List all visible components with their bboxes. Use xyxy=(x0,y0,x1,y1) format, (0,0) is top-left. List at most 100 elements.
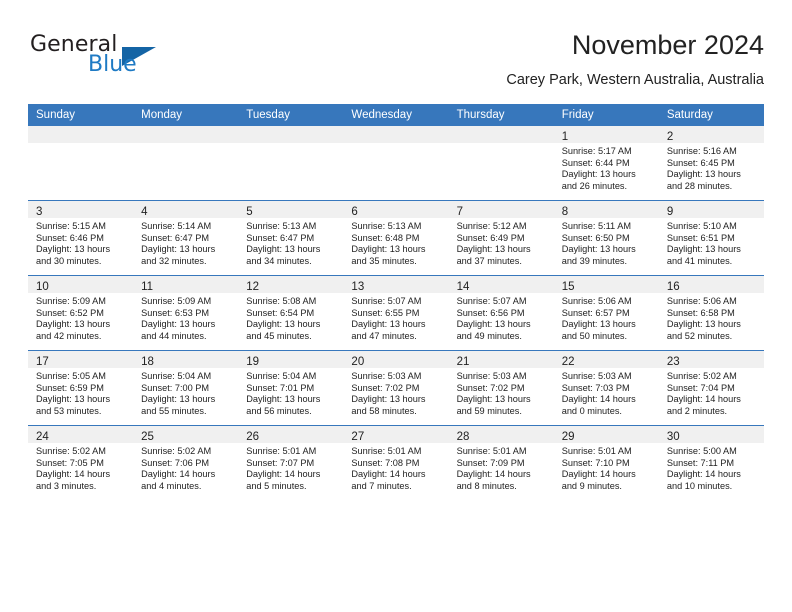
daylight-text-line1: Daylight: 13 hours xyxy=(561,169,636,180)
day-cell-body: Sunrise: 5:12 AM Sunset: 6:49 PM Daylight:… xyxy=(449,218,554,267)
calendar-day-cell[interactable]: 7 Sunrise: 5:12 AM Sunset: 6:49 PM Daylight… xyxy=(448,200,554,276)
day-number-band: 28 xyxy=(448,426,554,443)
day-number: 15 xyxy=(561,281,575,293)
calendar-day-cell[interactable]: 20 Sunrise: 5:03 AM Sunset: 7:02 PM Dayligh… xyxy=(343,350,449,426)
calendar-day-cell[interactable]: 19 Sunrise: 5:04 AM Sunset: 7:01 PM Dayligh… xyxy=(238,350,344,426)
day-cell-inner: 25 Sunrise: 5:02 AM Sunset: 7:06 PM Dayligh… xyxy=(133,426,239,500)
calendar-day-cell[interactable]: 30 Sunrise: 5:00 AM Sunset: 7:11 PM Dayligh… xyxy=(658,425,764,500)
calendar-day-cell[interactable]: 27 Sunrise: 5:01 AM Sunset: 7:08 PM Dayligh… xyxy=(343,425,449,500)
calendar-day-cell[interactable]: 13 Sunrise: 5:07 AM Sunset: 6:55 PM Dayligh… xyxy=(343,275,449,351)
day-cell-body: Sunrise: 5:03 AM Sunset: 7:02 PM Daylight:… xyxy=(449,368,554,417)
sunset-text: Sunset: 7:08 PM xyxy=(351,457,420,468)
day-number: 23 xyxy=(666,356,680,368)
sunrise-text: Sunrise: 5:13 AM xyxy=(246,221,317,231)
day-cell-inner: 21 Sunrise: 5:03 AM Sunset: 7:02 PM Dayligh… xyxy=(448,351,554,425)
day-number: 22 xyxy=(561,356,575,368)
page-title: November 2024 xyxy=(571,30,764,60)
daylight-text-line1: Daylight: 13 hours xyxy=(456,319,531,330)
day-number-band: 7 xyxy=(448,201,554,218)
daylight-text-line2: and 2 minutes. xyxy=(666,405,728,416)
daylight-text-line1: Daylight: 13 hours xyxy=(246,394,321,405)
calendar-day-cell[interactable]: 21 Sunrise: 5:03 AM Sunset: 7:02 PM Dayligh… xyxy=(448,350,554,426)
calendar-day-cell[interactable]: 23 Sunrise: 5:02 AM Sunset: 7:04 PM Dayligh… xyxy=(658,350,764,426)
daylight-text-line1: Daylight: 14 hours xyxy=(351,469,426,480)
calendar-day-cell[interactable]: 1 Sunrise: 5:17 AM Sunset: 6:44 PM Daylight… xyxy=(553,126,659,201)
daylight-text-line2: and 49 minutes. xyxy=(456,330,522,341)
daylight-text-line2: and 0 minutes. xyxy=(561,405,622,416)
day-number-band: 12 xyxy=(238,276,344,293)
calendar-day-cell[interactable]: 8 Sunrise: 5:11 AM Sunset: 6:50 PM Daylight… xyxy=(553,200,659,276)
day-cell-inner: 3 Sunrise: 5:15 AM Sunset: 6:46 PM Daylight… xyxy=(28,201,134,275)
calendar-day-cell[interactable]: 26 Sunrise: 5:01 AM Sunset: 7:07 PM Dayligh… xyxy=(238,425,344,500)
calendar-day-cell[interactable]: 24 Sunrise: 5:02 AM Sunset: 7:05 PM Dayligh… xyxy=(28,425,134,500)
sunset-text: Sunset: 6:44 PM xyxy=(561,157,630,168)
sunrise-text: Sunrise: 5:12 AM xyxy=(456,221,527,231)
sunrise-text: Sunrise: 5:07 AM xyxy=(456,296,527,306)
sunset-text: Sunset: 6:47 PM xyxy=(141,232,210,243)
sunrise-text: Sunrise: 5:02 AM xyxy=(141,446,212,456)
calendar-day-cell[interactable]: 5 Sunrise: 5:13 AM Sunset: 6:47 PM Daylight… xyxy=(238,200,344,276)
day-number-band: 9 xyxy=(658,201,764,218)
daylight-text-line2: and 53 minutes. xyxy=(36,405,102,416)
calendar-day-cell[interactable]: 17 Sunrise: 5:05 AM Sunset: 6:59 PM Dayligh… xyxy=(28,350,134,426)
day-number-band xyxy=(448,126,554,143)
daylight-text-line2: and 59 minutes. xyxy=(456,405,522,416)
sunset-text: Sunset: 6:47 PM xyxy=(246,232,315,243)
calendar-day-cell[interactable]: 6 Sunrise: 5:13 AM Sunset: 6:48 PM Daylight… xyxy=(343,200,449,276)
sunrise-text: Sunrise: 5:01 AM xyxy=(351,446,422,456)
calendar-day-cell[interactable]: 25 Sunrise: 5:02 AM Sunset: 7:06 PM Dayligh… xyxy=(133,425,239,500)
day-number-band: 26 xyxy=(238,426,344,443)
calendar-day-cell[interactable]: 22 Sunrise: 5:03 AM Sunset: 7:03 PM Dayligh… xyxy=(553,350,659,426)
calendar-day-cell[interactable]: 11 Sunrise: 5:09 AM Sunset: 6:53 PM Dayligh… xyxy=(133,275,239,351)
day-cell-body: Sunrise: 5:02 AM Sunset: 7:04 PM Daylight:… xyxy=(659,368,764,417)
calendar-day-cell[interactable]: 28 Sunrise: 5:01 AM Sunset: 7:09 PM Dayligh… xyxy=(448,425,554,500)
day-number-band: 14 xyxy=(448,276,554,293)
sunset-text: Sunset: 7:04 PM xyxy=(666,382,735,393)
sunrise-text: Sunrise: 5:02 AM xyxy=(666,371,737,381)
calendar-day-cell[interactable]: 2 Sunrise: 5:16 AM Sunset: 6:45 PM Daylight… xyxy=(658,126,764,201)
day-number: 3 xyxy=(36,206,43,218)
sunset-text: Sunset: 6:54 PM xyxy=(246,307,315,318)
day-cell-body: Sunrise: 5:07 AM Sunset: 6:55 PM Daylight:… xyxy=(343,293,448,342)
sunrise-text: Sunrise: 5:00 AM xyxy=(666,446,737,456)
day-cell-body: Sunrise: 5:09 AM Sunset: 6:53 PM Daylight:… xyxy=(133,293,238,342)
calendar-day-cell[interactable]: 4 Sunrise: 5:14 AM Sunset: 6:47 PM Daylight… xyxy=(133,200,239,276)
calendar-day-cell[interactable]: 15 Sunrise: 5:06 AM Sunset: 6:57 PM Dayligh… xyxy=(553,275,659,351)
day-number-band: 11 xyxy=(133,276,239,293)
day-number: 30 xyxy=(666,431,680,443)
daylight-text-line2: and 55 minutes. xyxy=(141,405,207,416)
calendar-day-cell[interactable]: 10 Sunrise: 5:09 AM Sunset: 6:52 PM Dayligh… xyxy=(28,275,134,351)
calendar-day-cell[interactable]: 14 Sunrise: 5:07 AM Sunset: 6:56 PM Dayligh… xyxy=(448,275,554,351)
day-cell-inner: 10 Sunrise: 5:09 AM Sunset: 6:52 PM Dayligh… xyxy=(28,276,134,350)
calendar-day-cell[interactable]: 12 Sunrise: 5:08 AM Sunset: 6:54 PM Dayligh… xyxy=(238,275,344,351)
day-number-band: 10 xyxy=(28,276,134,293)
sunset-text: Sunset: 6:53 PM xyxy=(141,307,210,318)
day-number: 20 xyxy=(351,356,365,368)
day-number-band: 13 xyxy=(343,276,449,293)
calendar-week-row: 3 Sunrise: 5:15 AM Sunset: 6:46 PM Daylight… xyxy=(28,200,764,276)
daylight-text-line2: and 34 minutes. xyxy=(246,255,312,266)
calendar-day-cell[interactable]: 9 Sunrise: 5:10 AM Sunset: 6:51 PM Daylight… xyxy=(658,200,764,276)
day-cell-inner: 13 Sunrise: 5:07 AM Sunset: 6:55 PM Dayligh… xyxy=(343,276,449,350)
calendar-day-cell[interactable]: 16 Sunrise: 5:06 AM Sunset: 6:58 PM Dayligh… xyxy=(658,275,764,351)
calendar-day-cell-empty xyxy=(28,126,134,201)
day-cell-inner: 16 Sunrise: 5:06 AM Sunset: 6:58 PM Dayligh… xyxy=(658,276,764,350)
daylight-text-line2: and 7 minutes. xyxy=(351,480,412,491)
daylight-text-line2: and 44 minutes. xyxy=(141,330,207,341)
daylight-text-line1: Daylight: 13 hours xyxy=(456,394,531,405)
calendar-day-cell-empty xyxy=(448,126,554,201)
day-cell-inner: 2 Sunrise: 5:16 AM Sunset: 6:45 PM Daylight… xyxy=(658,126,764,200)
day-number-band: 6 xyxy=(343,201,449,218)
day-cell-body: Sunrise: 5:04 AM Sunset: 7:01 PM Daylight:… xyxy=(238,368,343,417)
day-cell-inner xyxy=(238,126,344,200)
logo-general-blue[interactable]: General Blue xyxy=(28,32,268,88)
day-cell-body: Sunrise: 5:14 AM Sunset: 6:47 PM Daylight:… xyxy=(133,218,238,267)
calendar-day-cell[interactable]: 18 Sunrise: 5:04 AM Sunset: 7:00 PM Dayligh… xyxy=(133,350,239,426)
calendar-day-cell[interactable]: 3 Sunrise: 5:15 AM Sunset: 6:46 PM Daylight… xyxy=(28,200,134,276)
day-cell-body: Sunrise: 5:01 AM Sunset: 7:07 PM Daylight:… xyxy=(238,443,343,492)
day-number: 1 xyxy=(561,131,569,143)
day-number-band: 27 xyxy=(343,426,449,443)
sunrise-text: Sunrise: 5:09 AM xyxy=(141,296,212,306)
calendar-day-cell[interactable]: 29 Sunrise: 5:01 AM Sunset: 7:10 PM Dayligh… xyxy=(553,425,659,500)
sunset-text: Sunset: 6:49 PM xyxy=(456,232,525,243)
